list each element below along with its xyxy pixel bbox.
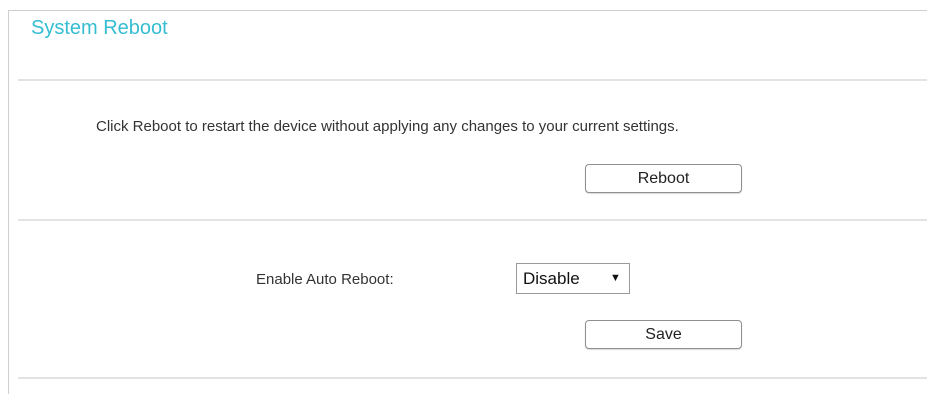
auto-reboot-label: Enable Auto Reboot: xyxy=(256,271,394,288)
section-divider xyxy=(18,79,927,81)
auto-reboot-select[interactable]: Disable ▼ xyxy=(516,263,630,294)
reboot-button[interactable]: Reboot xyxy=(585,164,742,193)
chevron-down-icon: ▼ xyxy=(610,272,621,284)
save-button[interactable]: Save xyxy=(585,320,742,349)
section-divider xyxy=(18,219,927,221)
reboot-description: Click Reboot to restart the device witho… xyxy=(96,118,679,135)
content-panel xyxy=(8,10,927,394)
auto-reboot-select-value: Disable xyxy=(523,269,580,288)
section-divider xyxy=(18,377,927,379)
page-title: System Reboot xyxy=(31,17,168,39)
